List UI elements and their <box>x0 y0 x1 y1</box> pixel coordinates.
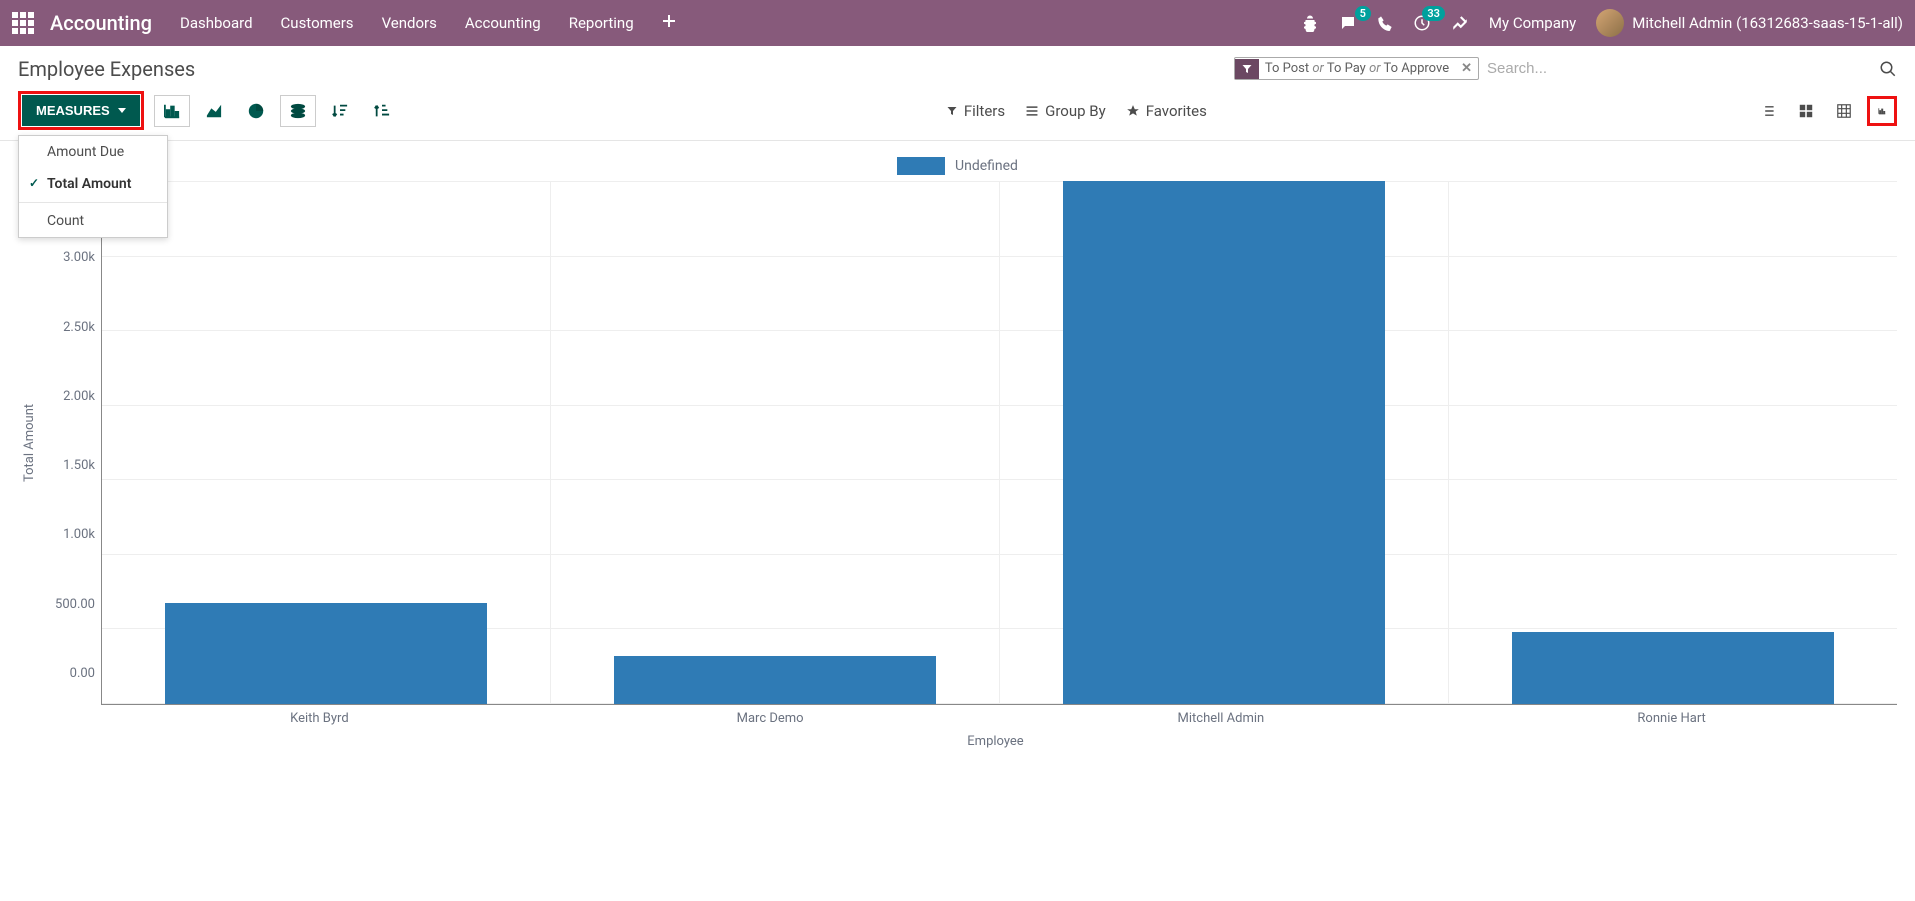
legend-swatch <box>897 157 945 175</box>
bar-chart-button[interactable] <box>154 95 190 127</box>
groupby-label: Group By <box>1045 102 1106 120</box>
search-input[interactable] <box>1479 56 1879 81</box>
bar-group <box>102 181 551 704</box>
view-switcher <box>1753 96 1897 126</box>
chart-area: Undefined Total Amount 3.50k3.00k2.50k2.… <box>0 141 1915 759</box>
debug-icon[interactable] <box>1301 14 1319 32</box>
caret-down-icon <box>118 108 126 113</box>
measures-button-label: MEASURES <box>36 103 110 118</box>
favorites-dropdown[interactable]: Favorites <box>1126 102 1207 120</box>
chart-bars <box>102 181 1897 704</box>
legend-label: Undefined <box>955 158 1018 174</box>
chart-legend: Undefined <box>18 151 1897 181</box>
menu-vendors[interactable]: Vendors <box>382 14 437 32</box>
user-name: Mitchell Admin (16312683-saas-15-1-all) <box>1632 14 1903 32</box>
search-options: Filters Group By Favorites <box>946 102 1207 120</box>
stacked-button[interactable] <box>280 95 316 127</box>
y-tick: 2.50k <box>41 320 95 335</box>
search-filter-tag[interactable]: To Post or To Pay or To Approve ✕ <box>1234 57 1479 80</box>
y-axis-title: Total Amount <box>18 181 41 705</box>
measure-total-amount[interactable]: Total Amount <box>19 168 167 200</box>
line-chart-button[interactable] <box>196 95 232 127</box>
systray: 5 33 My Company Mitchell Admin (16312683… <box>1301 9 1903 37</box>
phone-icon[interactable] <box>1377 15 1393 31</box>
main-menu: Dashboard Customers Vendors Accounting R… <box>180 14 676 32</box>
measure-amount-due[interactable]: Amount Due <box>19 136 167 168</box>
company-switcher[interactable]: My Company <box>1489 14 1576 32</box>
control-panel-top: Employee Expenses To Post or To Pay or T… <box>0 46 1915 87</box>
graph-view-button[interactable] <box>1867 96 1897 126</box>
bar[interactable] <box>1512 632 1835 704</box>
apps-menu-icon[interactable] <box>12 12 34 34</box>
sort-asc-button[interactable] <box>364 95 400 127</box>
filter-part-1: To Post <box>1265 61 1309 76</box>
messages-badge: 5 <box>1355 6 1371 21</box>
bar[interactable] <box>1063 181 1386 704</box>
measure-count[interactable]: Count <box>19 205 167 237</box>
filters-dropdown[interactable]: Filters <box>946 102 1005 120</box>
x-label: Ronnie Hart <box>1446 705 1897 726</box>
bar-group <box>551 181 1000 704</box>
y-tick: 0.00 <box>41 666 95 681</box>
x-axis-labels: Keith ByrdMarc DemoMitchell AdminRonnie … <box>94 705 1897 726</box>
groupby-dropdown[interactable]: Group By <box>1025 102 1106 120</box>
page-title: Employee Expenses <box>18 57 195 81</box>
filters-label: Filters <box>964 102 1005 120</box>
top-nav: Accounting Dashboard Customers Vendors A… <box>0 0 1915 46</box>
menu-customers[interactable]: Customers <box>281 14 354 32</box>
app-title[interactable]: Accounting <box>50 11 152 35</box>
list-view-button[interactable] <box>1753 96 1783 126</box>
bar[interactable] <box>165 603 488 704</box>
menu-dashboard[interactable]: Dashboard <box>180 14 253 32</box>
filter-part-3: To Approve <box>1384 61 1450 76</box>
favorites-label: Favorites <box>1146 102 1207 120</box>
kanban-view-button[interactable] <box>1791 96 1821 126</box>
measures-button[interactable]: MEASURES <box>22 95 140 126</box>
bar-group <box>1449 181 1897 704</box>
settings-icon[interactable] <box>1451 14 1469 32</box>
menu-accounting[interactable]: Accounting <box>465 14 541 32</box>
x-label: Marc Demo <box>545 705 996 726</box>
filter-icon <box>1235 59 1259 79</box>
y-tick: 1.50k <box>41 458 95 473</box>
measures-dropdown: Amount Due Total Amount Count <box>18 135 168 238</box>
filter-part-2: To Pay <box>1327 61 1366 76</box>
x-label: Mitchell Admin <box>996 705 1447 726</box>
x-label: Keith Byrd <box>94 705 545 726</box>
menu-reporting[interactable]: Reporting <box>569 14 634 32</box>
y-axis: 3.50k3.00k2.50k2.00k1.50k1.00k500.000.00 <box>41 181 101 705</box>
filter-or-1: or <box>1312 61 1323 76</box>
bar[interactable] <box>614 656 937 704</box>
filter-or-2: or <box>1369 61 1380 76</box>
bar-group <box>1000 181 1449 704</box>
chart-container: Total Amount 3.50k3.00k2.50k2.00k1.50k1.… <box>18 181 1897 705</box>
control-panel-bottom: MEASURES Filters Group By Favorites <box>0 87 1915 141</box>
search-area: To Post or To Pay or To Approve ✕ <box>1234 56 1897 81</box>
dropdown-divider <box>19 202 167 203</box>
filter-remove-icon[interactable]: ✕ <box>1455 61 1478 76</box>
avatar <box>1596 9 1624 37</box>
y-tick: 2.00k <box>41 389 95 404</box>
sort-desc-button[interactable] <box>322 95 358 127</box>
highlight-measures: MEASURES <box>18 91 144 130</box>
pie-chart-button[interactable] <box>238 95 274 127</box>
menu-add-icon[interactable] <box>662 14 676 32</box>
user-menu[interactable]: Mitchell Admin (16312683-saas-15-1-all) <box>1596 9 1903 37</box>
y-tick: 3.00k <box>41 250 95 265</box>
chart-plot <box>101 181 1897 705</box>
activities-badge: 33 <box>1422 6 1445 21</box>
y-tick: 1.00k <box>41 527 95 542</box>
y-tick: 500.00 <box>41 597 95 612</box>
filter-tag-text: To Post or To Pay or To Approve <box>1259 58 1455 79</box>
messages-icon[interactable]: 5 <box>1339 14 1357 32</box>
activities-icon[interactable]: 33 <box>1413 14 1431 32</box>
x-axis-title: Employee <box>18 726 1897 759</box>
search-icon[interactable] <box>1879 60 1897 78</box>
pivot-view-button[interactable] <box>1829 96 1859 126</box>
